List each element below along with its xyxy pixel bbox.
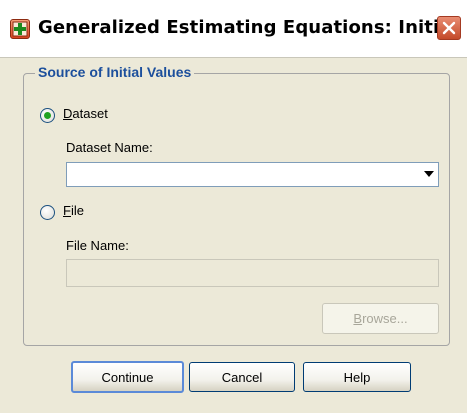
dataset-radio[interactable] <box>40 108 55 123</box>
file-name-label: File Name: <box>66 238 129 253</box>
chevron-down-icon[interactable] <box>423 169 435 179</box>
dialog-window: Generalized Estimating Equations: Initi.… <box>0 0 467 413</box>
close-button[interactable] <box>437 16 461 40</box>
dataset-name-label: Dataset Name: <box>66 140 153 155</box>
file-radio[interactable] <box>40 205 55 220</box>
browse-button[interactable]: Browse... <box>322 303 439 334</box>
continue-button[interactable]: Continue <box>71 361 184 393</box>
title-bar[interactable]: Generalized Estimating Equations: Initi.… <box>0 0 467 58</box>
app-icon <box>10 19 30 39</box>
cancel-button[interactable]: Cancel <box>189 362 295 392</box>
close-icon <box>442 21 456 35</box>
radio-selected-dot <box>44 112 51 119</box>
file-radio-label[interactable]: File <box>63 203 84 218</box>
dataset-radio-label[interactable]: Dataset <box>63 106 108 121</box>
dataset-name-dropdown[interactable] <box>66 162 439 187</box>
window-title: Generalized Estimating Equations: Initi.… <box>38 17 461 38</box>
group-label: Source of Initial Values <box>35 64 195 80</box>
help-button[interactable]: Help <box>303 362 411 392</box>
file-name-input[interactable] <box>66 259 439 287</box>
